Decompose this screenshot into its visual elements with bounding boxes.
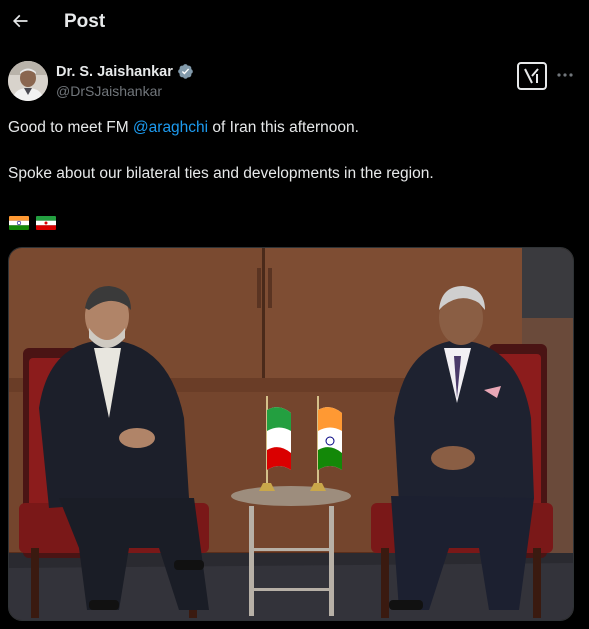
grok-icon	[524, 68, 539, 84]
back-button[interactable]	[6, 7, 34, 35]
page-title: Post	[64, 11, 106, 32]
author-handle[interactable]: @DrSJaishankar	[56, 83, 162, 99]
more-icon	[557, 73, 573, 77]
author-name-text: Dr. S. Jaishankar	[56, 63, 173, 80]
india-flag-icon	[9, 216, 29, 230]
grok-button[interactable]	[517, 62, 547, 90]
arrow-left-icon	[12, 14, 28, 28]
tweet-text-line-2: Spoke about our bilateral ties and devel…	[8, 165, 434, 182]
tweet-text-segment: of Iran this afternoon.	[208, 119, 359, 136]
more-button[interactable]	[554, 64, 576, 86]
mention-link[interactable]: @araghchi	[133, 119, 208, 136]
verified-badge-icon	[178, 64, 193, 79]
iran-flag-icon	[36, 216, 56, 230]
tweet-photo[interactable]	[8, 247, 574, 621]
tweet-text-segment: Good to meet FM	[8, 119, 133, 136]
avatar[interactable]	[8, 61, 48, 101]
top-bar: Post	[0, 0, 589, 46]
tweet-text-line-1: Good to meet FM @araghchi of Iran this a…	[8, 118, 578, 138]
author-name[interactable]: Dr. S. Jaishankar	[56, 63, 194, 80]
